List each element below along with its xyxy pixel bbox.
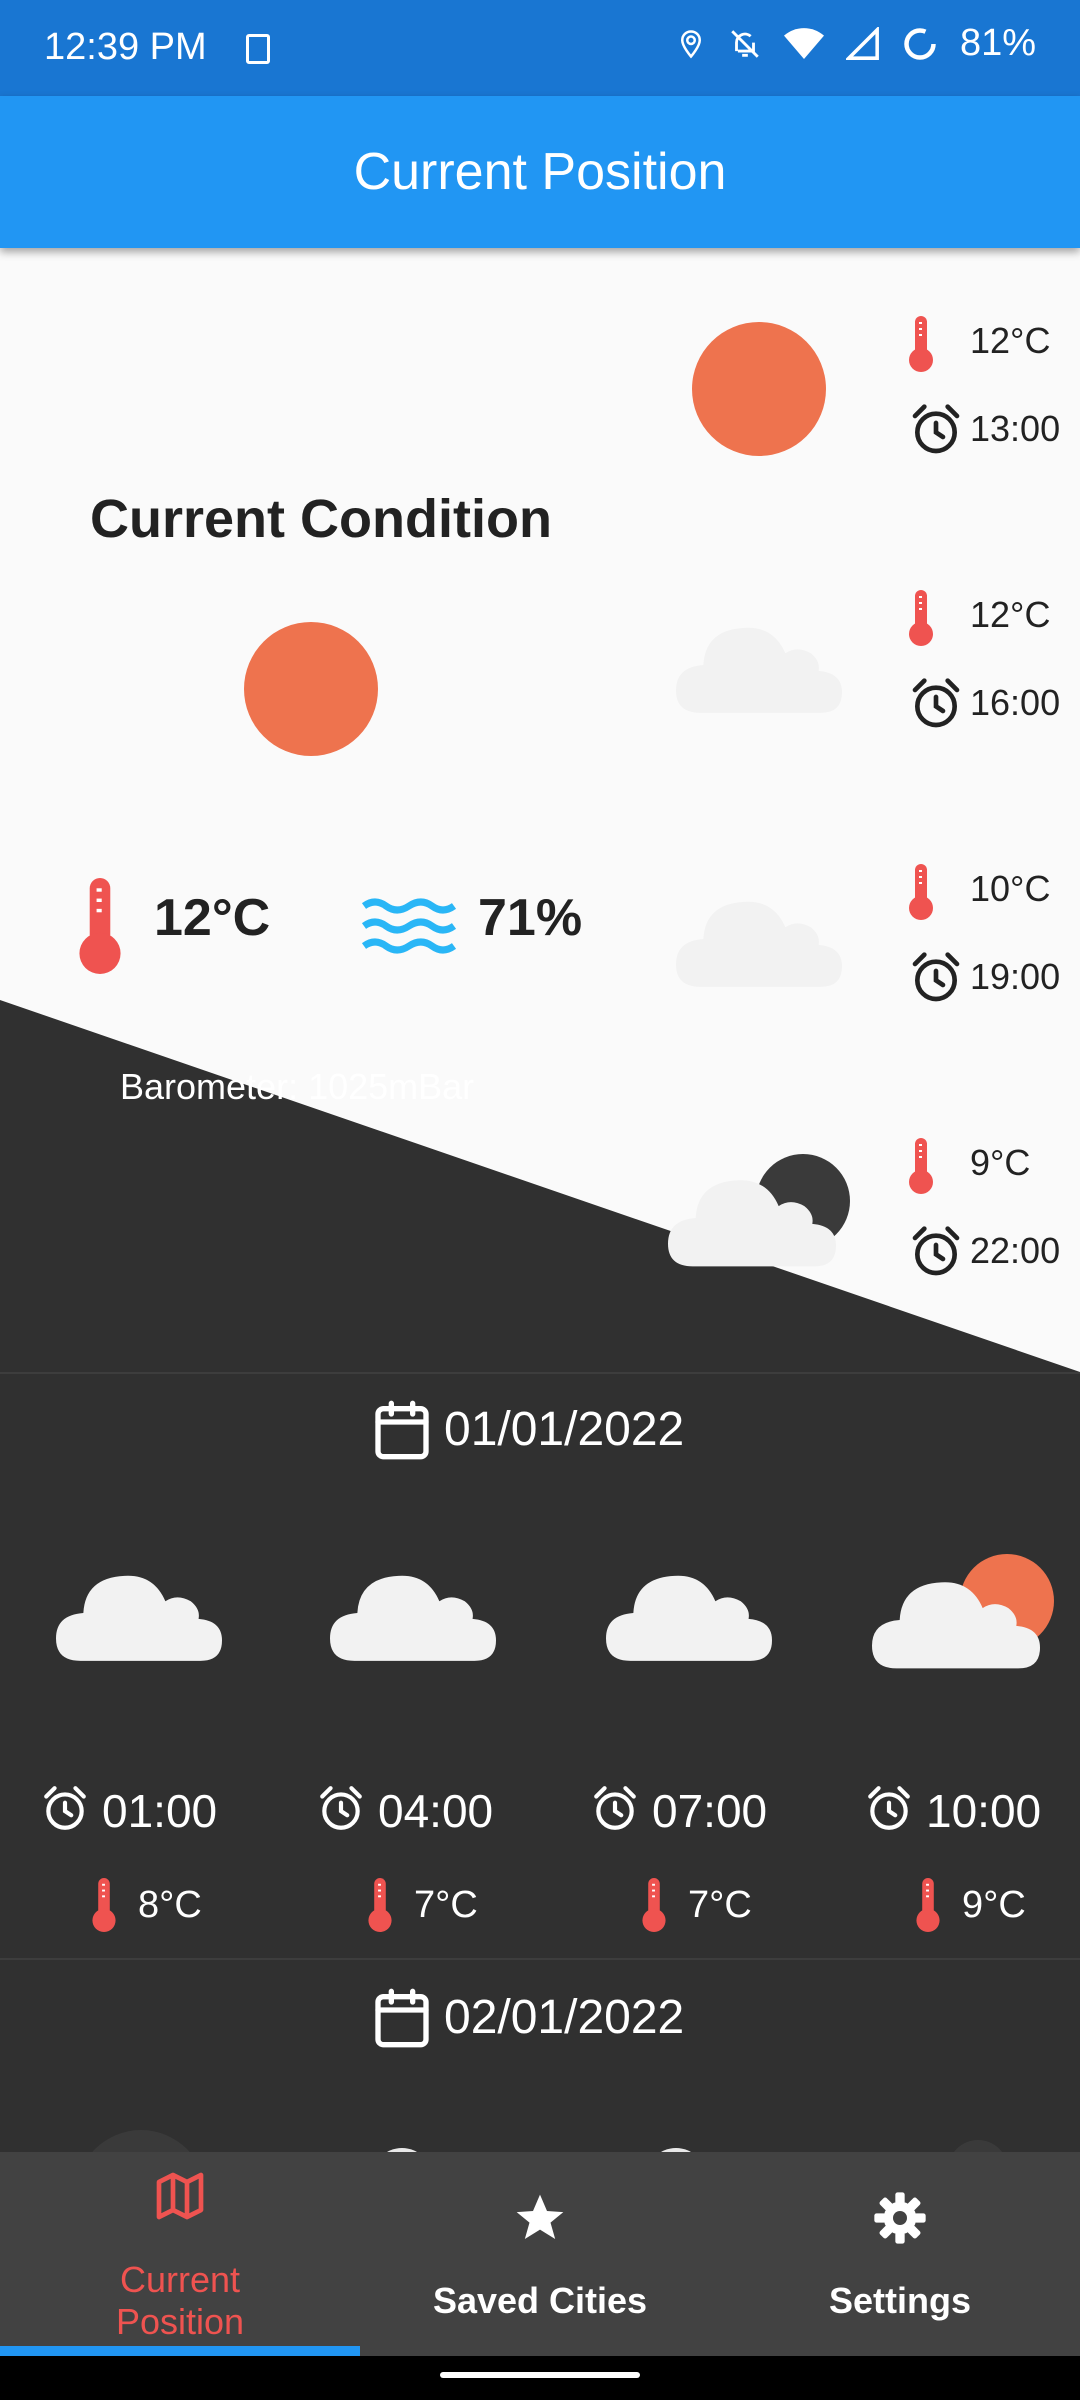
forecast-time: 04:00: [378, 1785, 494, 1837]
current-humidity: 71%: [478, 889, 583, 947]
cloud-icon: [668, 1162, 836, 1272]
thermometer-icon: [908, 590, 934, 646]
hour-temp: 12°C: [970, 320, 1051, 361]
thermometer-icon: [908, 864, 934, 920]
hour-time: 19:00: [970, 956, 1061, 997]
forecast-temp: 8°C: [138, 1884, 202, 1926]
nav-label: Saved Cities: [432, 2280, 648, 2321]
current-condition-title: Current Condition: [90, 489, 552, 549]
status-icons: 81%: [676, 22, 1036, 65]
status-bar: 12:39 PM 81%: [0, 0, 1080, 96]
app-bar: Current Position: [0, 96, 1080, 248]
bottom-navigation: Current Position Saved Cities Settings: [0, 2152, 1080, 2356]
nav-settings[interactable]: Settings: [720, 2152, 1080, 2356]
moon-icon: [76, 2130, 206, 2152]
active-tab-indicator: [0, 2346, 360, 2356]
hour-temp: 9°C: [970, 1142, 1031, 1183]
battery-percent: 81%: [959, 22, 1036, 64]
nav-saved-cities[interactable]: Saved Cities: [360, 2152, 720, 2356]
thermometer-icon: [916, 1878, 940, 1932]
thermometer-icon: [76, 878, 124, 974]
battery-icon: [904, 27, 936, 60]
gesture-navigation-area: [0, 2356, 1080, 2400]
nav-current-position[interactable]: Current Position: [0, 2152, 360, 2356]
divider: [0, 1372, 1080, 1374]
map-icon: [156, 2172, 204, 2220]
notifications-off-icon: [731, 29, 759, 58]
nav-label-line2: Position: [115, 2301, 245, 2342]
alarm-icon: [908, 950, 964, 1006]
sim-card-icon: [246, 34, 270, 64]
sun-icon: [692, 322, 826, 456]
home-gesture-handle[interactable]: [440, 2372, 640, 2378]
day-date: 01/01/2022: [444, 1403, 685, 1456]
calendar-icon: [370, 1986, 434, 2050]
page-title: Current Position: [353, 143, 727, 201]
star-icon: [516, 2194, 564, 2239]
cloud-icon: [872, 1564, 1040, 1674]
hour-temp: 12°C: [970, 594, 1051, 635]
forecast-time: 01:00: [102, 1785, 218, 1837]
status-time: 12:39 PM: [44, 26, 207, 68]
hour-time: 16:00: [970, 682, 1061, 723]
wifi-icon: [783, 27, 824, 59]
cloud-icon: [606, 1558, 772, 1666]
barometer-reading: Barometer: 1025mBar: [120, 1066, 475, 1107]
alarm-icon: [908, 402, 964, 458]
alarm-icon: [908, 676, 964, 732]
alarm-icon: [316, 1784, 366, 1834]
hour-temp: 10°C: [970, 868, 1051, 909]
calendar-icon: [370, 1398, 434, 1462]
current-temperature: 12°C: [154, 889, 271, 947]
cloud-icon: [56, 1558, 222, 1666]
content-scroll[interactable]: Current Condition 12°C 71% Barometer: 10…: [0, 248, 1080, 2152]
forecast-temp: 7°C: [414, 1884, 478, 1926]
nav-label-line1: Current: [119, 2259, 241, 2300]
moon-icon: [948, 2140, 1008, 2152]
divider: [0, 1958, 1080, 1960]
sun-icon: [244, 622, 378, 756]
current-condition-panel: Current Condition 12°C 71% Barometer: 10…: [0, 248, 1080, 1372]
thermometer-icon: [368, 1878, 392, 1932]
thermometer-icon: [908, 1138, 934, 1194]
forecast-temp: 7°C: [688, 1884, 752, 1926]
cloud-icon: [676, 884, 842, 992]
forecast-time: 07:00: [652, 1785, 768, 1837]
cloud-icon: [330, 1558, 496, 1666]
cloud-icon: [676, 610, 842, 718]
gear-icon: [874, 2192, 926, 2244]
forecast-temp: 9°C: [962, 1884, 1026, 1926]
thermometer-icon: [642, 1878, 666, 1932]
forecast-time: 10:00: [926, 1785, 1042, 1837]
signal-icon: [845, 26, 879, 60]
thermometer-icon: [908, 316, 934, 372]
location-icon: [680, 29, 701, 58]
alarm-icon: [908, 1224, 964, 1280]
alarm-icon: [40, 1784, 90, 1834]
nav-label: Settings: [828, 2280, 971, 2321]
day-date: 02/01/2022: [444, 1991, 685, 2044]
water-icon: [362, 898, 456, 954]
hour-time: 22:00: [970, 1230, 1061, 1271]
thermometer-icon: [92, 1878, 116, 1932]
alarm-icon: [864, 1784, 914, 1834]
hour-time: 13:00: [970, 408, 1061, 449]
alarm-icon: [590, 1784, 640, 1834]
